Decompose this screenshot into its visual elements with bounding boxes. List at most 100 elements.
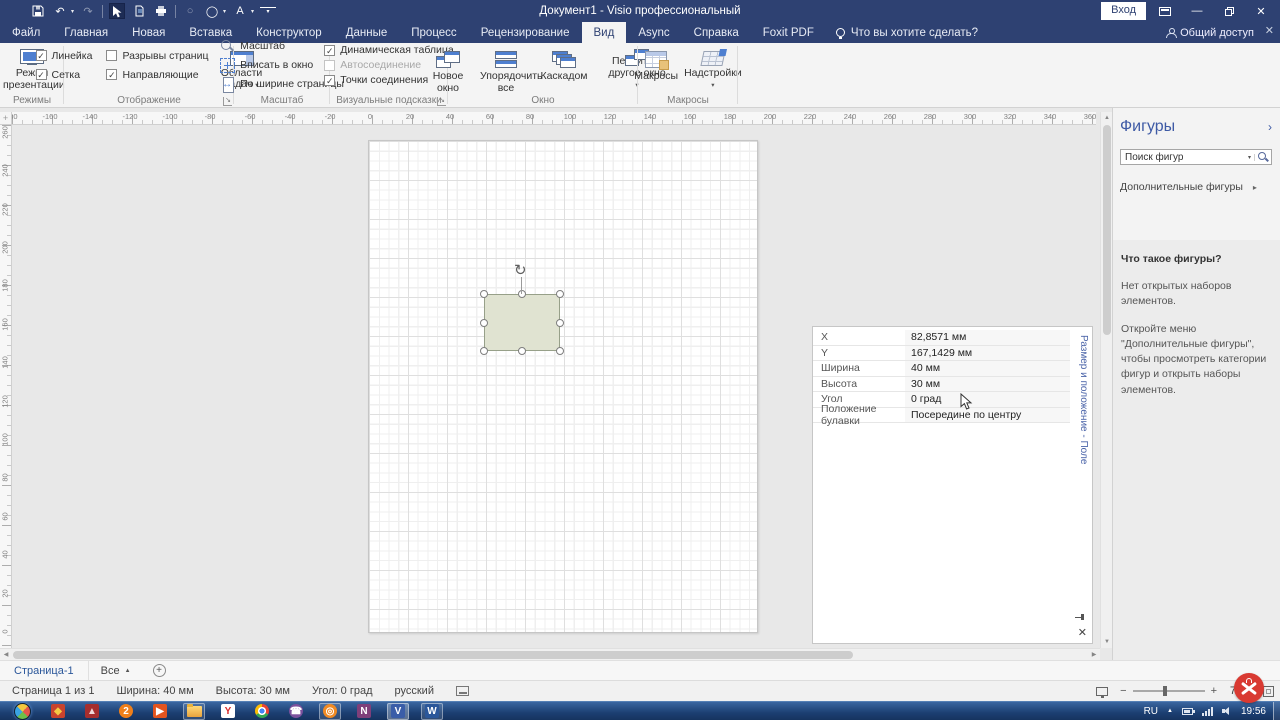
zoom-thumb[interactable] (1163, 686, 1167, 696)
checkbox-icon[interactable]: ✓ (324, 45, 335, 56)
ribbon-window-button[interactable]: Упорядочить все (477, 49, 535, 96)
yandex-icon[interactable]: Y (217, 703, 239, 720)
app9-icon[interactable]: ◎ (319, 703, 341, 720)
status-item[interactable]: Высота: 30 мм (216, 685, 290, 697)
pointer-tool-icon[interactable] (109, 3, 125, 19)
tell-me-button[interactable]: Что вы хотите сделать? (826, 22, 988, 43)
ribbon-tab[interactable]: Async (626, 22, 681, 43)
status-item[interactable]: Ширина: 40 мм (116, 685, 193, 697)
volume-icon[interactable] (1222, 707, 1232, 716)
ribbon-tab[interactable]: Новая (120, 22, 177, 43)
checkbox-icon[interactable] (324, 60, 335, 71)
app4-icon[interactable]: ▶ (149, 703, 171, 720)
selection-handle[interactable] (518, 347, 526, 355)
macro-record-icon[interactable] (456, 686, 469, 696)
ribbon-display-options-icon[interactable] (1152, 2, 1178, 20)
network-icon[interactable] (1202, 707, 1213, 716)
overlay-app-badge[interactable] (1234, 673, 1264, 703)
checkbox-icon[interactable]: ✓ (36, 69, 47, 80)
expand-panel-icon[interactable]: › (1268, 120, 1272, 134)
format-shape-icon[interactable] (131, 3, 147, 19)
field-value[interactable]: Посередине по центру (905, 408, 1070, 423)
ribbon-checkbox[interactable]: ✓Сетка (36, 66, 93, 83)
word-icon[interactable]: W (421, 703, 443, 720)
checkbox-icon[interactable]: ✓ (36, 50, 47, 61)
undo-dropdown-icon[interactable]: ▾ (71, 8, 74, 15)
status-item[interactable]: русский (395, 685, 434, 697)
clock[interactable]: 19:56 (1241, 706, 1266, 717)
drawing-page[interactable] (368, 140, 758, 633)
selection-handle[interactable] (480, 319, 488, 327)
language-indicator[interactable]: RU (1144, 706, 1158, 717)
selection-handle[interactable] (556, 319, 564, 327)
fit-page-icon[interactable] (1263, 686, 1274, 697)
status-item[interactable]: Угол: 0 град (312, 685, 373, 697)
field-value[interactable]: 0 град (905, 392, 1070, 407)
ribbon-tab[interactable]: Файл (0, 22, 52, 43)
field-value[interactable]: 167,1429 мм (905, 346, 1070, 361)
page-tab[interactable]: Страница-1 (0, 661, 89, 680)
viber-icon[interactable]: ☎ (285, 703, 307, 720)
field-value[interactable]: 82,8571 мм (905, 330, 1070, 345)
close-icon[interactable]: ✕ (1078, 628, 1087, 639)
undo-icon[interactable]: ↶ (52, 3, 68, 19)
battery-icon[interactable] (1182, 708, 1193, 715)
zoom-track[interactable] (1133, 690, 1205, 692)
more-shapes-button[interactable]: Дополнительные фигуры ▸ (1120, 181, 1257, 193)
ribbon-tab[interactable]: Главная (52, 22, 120, 43)
close-icon[interactable]: ✕ (1248, 2, 1274, 20)
field-value[interactable]: 30 мм (905, 377, 1070, 392)
horizontal-scrollbar[interactable]: ◀ ▶ (0, 648, 1100, 660)
app1-icon[interactable]: ◆ (47, 703, 69, 720)
share-button[interactable]: Общий доступ (1166, 22, 1254, 43)
visio-icon[interactable]: V (387, 703, 409, 720)
presentation-icon[interactable] (1096, 687, 1108, 696)
selection-handle[interactable] (556, 290, 564, 298)
rotation-handle-icon[interactable]: ↻ (514, 263, 527, 278)
ribbon-window-button[interactable]: Каскадом (535, 49, 593, 85)
chrome-icon[interactable] (251, 703, 273, 720)
all-pages-dropdown[interactable]: Все ▲ (89, 665, 143, 677)
app3-icon[interactable]: 2 (115, 703, 137, 720)
ribbon-checkbox[interactable]: ✓Направляющие (106, 66, 208, 83)
ellipse-dropdown-icon[interactable]: ▾ (223, 8, 226, 15)
selection-handle[interactable] (480, 347, 488, 355)
zoom-in-icon[interactable]: + (1211, 685, 1217, 697)
onenote-icon[interactable]: N (353, 703, 375, 720)
selection-handle[interactable] (518, 290, 526, 298)
save-icon[interactable] (30, 3, 46, 19)
selection-handle[interactable] (480, 290, 488, 298)
ribbon-tab[interactable]: Рецензирование (469, 22, 582, 43)
explorer-icon[interactable] (183, 703, 205, 720)
ribbon-tab[interactable]: Foxit PDF (751, 22, 826, 43)
vertical-scrollbar[interactable]: ▲ ▼ (1100, 112, 1112, 648)
ribbon-tab[interactable]: Справка (682, 22, 751, 43)
addins-button[interactable]: Надстройки▾ (681, 47, 745, 93)
hidden-icons-icon[interactable]: ▲ (1167, 708, 1173, 714)
checkbox-icon[interactable]: ✓ (106, 69, 117, 80)
add-page-button[interactable]: + (153, 664, 166, 677)
app2-icon[interactable]: ▲ (81, 703, 103, 720)
restore-icon[interactable] (1216, 2, 1242, 20)
minimize-icon[interactable]: — (1184, 2, 1210, 20)
checkbox-icon[interactable]: ✓ (324, 75, 335, 86)
drawing-viewport[interactable]: ↻ X82,8571 ммY167,1429 ммШирина40 ммВысо… (12, 125, 1096, 648)
dialog-launcher-icon[interactable]: ↘ (437, 97, 446, 106)
ribbon-tab[interactable]: Вид (582, 22, 627, 43)
horizontal-ruler[interactable]: -180-160-140-120-100-80-60-40-2002040608… (12, 112, 1096, 125)
pin-icon[interactable] (1075, 613, 1086, 621)
dialog-launcher-icon[interactable]: ↘ (223, 97, 232, 106)
text-pencil-icon[interactable]: A (232, 3, 248, 19)
panel-close-icon[interactable]: ✕ (1265, 24, 1274, 37)
selected-rectangle-shape[interactable] (484, 294, 560, 351)
start-button-icon[interactable] (14, 703, 31, 720)
macros-button[interactable]: Макросы (631, 47, 681, 93)
print-icon[interactable] (153, 3, 169, 19)
qat-customize-icon[interactable]: ▾ (260, 7, 276, 15)
ribbon-window-button[interactable]: Новое окно (419, 49, 477, 96)
ellipse-tool-icon[interactable]: ◯ (204, 3, 220, 19)
text-dropdown-icon[interactable]: ▾ (251, 8, 254, 15)
status-item[interactable]: Страница 1 из 1 (12, 685, 94, 697)
sign-in-button[interactable]: Вход (1101, 2, 1146, 19)
search-dropdown-icon[interactable]: ▾ (1245, 154, 1255, 161)
